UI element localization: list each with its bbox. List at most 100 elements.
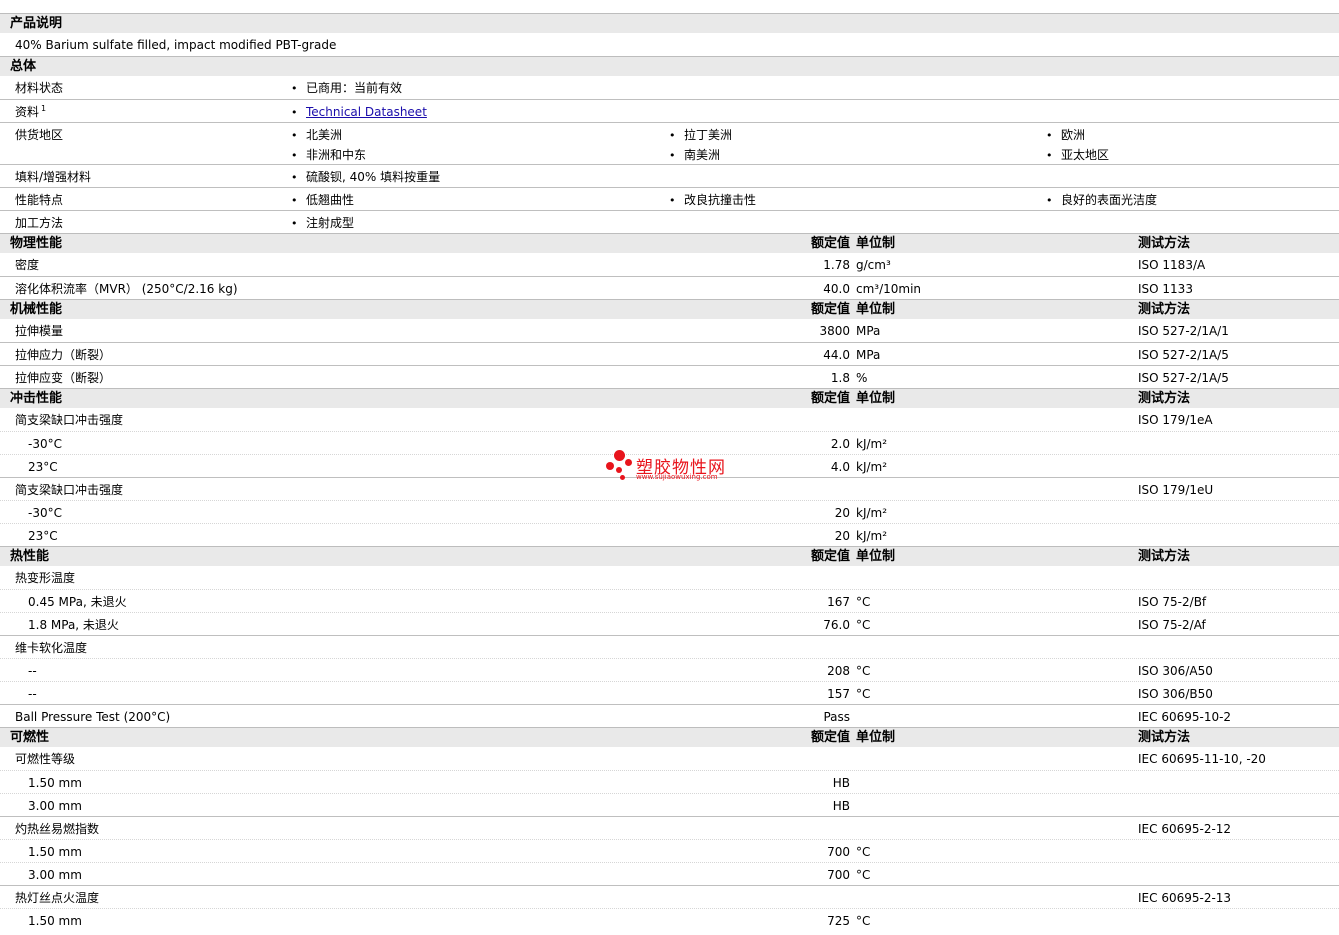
property-value: 167 <box>827 595 850 609</box>
property-test: IEC 60695-2-12 <box>1138 822 1232 836</box>
section-title: 冲击性能 <box>10 391 63 406</box>
property-test: IEC 60695-11-10, -20 <box>1138 752 1266 766</box>
section-header-general: 总体 <box>0 56 1339 76</box>
property-name: 简支梁缺口冲击强度 <box>15 483 124 497</box>
property-unit: kJ/m² <box>856 529 888 543</box>
property-value: 1.8 <box>830 371 850 385</box>
property-value: HB <box>832 799 850 813</box>
filler-row: 填料/增强材料 硫酸钡, 40% 填料按重量 <box>0 164 1339 187</box>
property-test: ISO 527-2/1A/1 <box>1138 324 1229 338</box>
features-label: 性能特点 <box>15 193 64 207</box>
feature-item: 良好的表面光洁度 <box>1046 193 1157 208</box>
property-value: 700 <box>827 868 850 882</box>
watermark-url: www.sujiaowuxing.com <box>636 473 718 481</box>
property-test: ISO 75-2/Bf <box>1138 595 1207 609</box>
section-title: 产品说明 <box>10 16 63 31</box>
material-status-row: 材料状态 已商用：当前有效 <box>0 76 1339 99</box>
property-name: 溶化体积流率（MVR） (250°C/2.16 kg) <box>15 282 238 296</box>
col-header-unit: 单位制 <box>856 236 896 251</box>
section-title: 机械性能 <box>10 302 63 317</box>
col-header-test: 测试方法 <box>1138 236 1191 251</box>
condition-row: 3.00 mm 700 °C <box>0 862 1339 885</box>
property-test: ISO 1183/A <box>1138 258 1206 272</box>
property-value: 44.0 <box>823 348 850 362</box>
property-unit: % <box>856 371 868 385</box>
col-header-nominal: 额定值 <box>810 302 850 317</box>
condition-label: 1.50 mm <box>28 914 82 928</box>
condition-row: -30°C 20 kJ/m² <box>0 500 1339 523</box>
property-unit: °C <box>856 687 871 701</box>
property-value: 1.78 <box>823 258 850 272</box>
property-row: 可燃性等级 IEC 60695-11-10, -20 <box>0 747 1339 770</box>
processing-row: 加工方法 注射成型 <box>0 210 1339 233</box>
property-unit: kJ/m² <box>856 460 888 474</box>
watermark: 塑胶物性网 www.sujiaowuxing.com <box>606 450 746 484</box>
product-desc-row: 40% Barium sulfate filled, impact modifi… <box>0 33 1339 56</box>
resources-label: 资料 1 <box>15 104 47 119</box>
property-name: 拉伸应变（断裂） <box>15 371 112 385</box>
condition-label: 0.45 MPa, 未退火 <box>28 595 127 609</box>
property-name: 可燃性等级 <box>15 752 76 766</box>
filler-label: 填料/增强材料 <box>15 170 92 184</box>
condition-row: 0.45 MPa, 未退火 167 °C ISO 75-2/Bf <box>0 589 1339 612</box>
condition-row: -- 208 °C ISO 306/A50 <box>0 658 1339 681</box>
property-unit: cm³/10min <box>856 282 922 296</box>
region-item: 欧洲 <box>1046 128 1085 143</box>
property-unit: MPa <box>856 324 881 338</box>
property-test: ISO 527-2/1A/5 <box>1138 348 1229 362</box>
property-unit: °C <box>856 618 871 632</box>
features-row: 性能特点 低翘曲性 改良抗撞击性 良好的表面光洁度 <box>0 187 1339 210</box>
watermark-logo-icon <box>606 450 636 482</box>
col-header-unit: 单位制 <box>856 549 896 564</box>
region-item: 拉丁美洲 <box>669 128 732 143</box>
property-name: 拉伸模量 <box>15 324 64 338</box>
col-header-unit: 单位制 <box>856 302 896 317</box>
section-header-thermal: 热性能 额定值 单位制 测试方法 <box>0 546 1339 566</box>
property-name: 密度 <box>15 258 40 272</box>
region-item: 非洲和中东 <box>291 148 366 163</box>
condition-label: 23°C <box>28 529 58 543</box>
supply-label: 供货地区 <box>15 128 64 142</box>
property-row: 拉伸应力（断裂） 44.0 MPa ISO 527-2/1A/5 <box>0 342 1339 365</box>
condition-label: 3.00 mm <box>28 868 82 882</box>
property-unit: kJ/m² <box>856 437 888 451</box>
property-name: Ball Pressure Test (200°C) <box>15 710 171 724</box>
property-value: 725 <box>827 914 850 928</box>
property-test: ISO 75-2/Af <box>1138 618 1206 632</box>
property-row: 溶化体积流率（MVR） (250°C/2.16 kg) 40.0 cm³/10m… <box>0 276 1339 299</box>
property-row: 拉伸模量 3800 MPa ISO 527-2/1A/1 <box>0 319 1339 342</box>
property-value: 20 <box>834 529 850 543</box>
condition-row: 3.00 mm HB <box>0 793 1339 816</box>
property-row: 灼热丝易燃指数 IEC 60695-2-12 <box>0 816 1339 839</box>
property-unit: °C <box>856 914 871 928</box>
property-row: 维卡软化温度 <box>0 635 1339 658</box>
property-row: 热变形温度 <box>0 566 1339 589</box>
region-item: 北美洲 <box>291 128 342 143</box>
col-header-test: 测试方法 <box>1138 730 1191 745</box>
datasheet-link-item: Technical Datasheet <box>291 105 427 120</box>
condition-row: 23°C 20 kJ/m² <box>0 523 1339 546</box>
condition-label: 3.00 mm <box>28 799 82 813</box>
property-unit: °C <box>856 868 871 882</box>
material-status-value: 已商用：当前有效 <box>291 81 402 96</box>
section-header-impact: 冲击性能 额定值 单位制 测试方法 <box>0 388 1339 408</box>
material-status-label: 材料状态 <box>15 81 64 95</box>
condition-label: 23°C <box>28 460 58 474</box>
condition-label: 1.50 mm <box>28 776 82 790</box>
condition-label: -30°C <box>28 506 62 520</box>
property-name: 简支梁缺口冲击强度 <box>15 413 124 427</box>
region-item: 南美洲 <box>669 148 720 163</box>
section-title: 总体 <box>10 59 37 74</box>
technical-datasheet-link[interactable]: Technical Datasheet <box>306 105 427 119</box>
feature-item: 低翘曲性 <box>291 193 354 208</box>
property-name: 维卡软化温度 <box>15 641 88 655</box>
property-row: 拉伸应变（断裂） 1.8 % ISO 527-2/1A/5 <box>0 365 1339 388</box>
product-desc-text: 40% Barium sulfate filled, impact modifi… <box>15 38 337 52</box>
property-test: ISO 306/B50 <box>1138 687 1213 701</box>
property-row: 密度 1.78 g/cm³ ISO 1183/A <box>0 253 1339 276</box>
supply-row: 供货地区 北美洲 拉丁美洲 欧洲 非洲和中东 南美洲 亚太地区 <box>0 122 1339 164</box>
col-header-test: 测试方法 <box>1138 302 1191 317</box>
section-header-flammability: 可燃性 额定值 单位制 测试方法 <box>0 727 1339 747</box>
section-header-mechanical: 机械性能 额定值 单位制 测试方法 <box>0 299 1339 319</box>
property-unit: °C <box>856 595 871 609</box>
